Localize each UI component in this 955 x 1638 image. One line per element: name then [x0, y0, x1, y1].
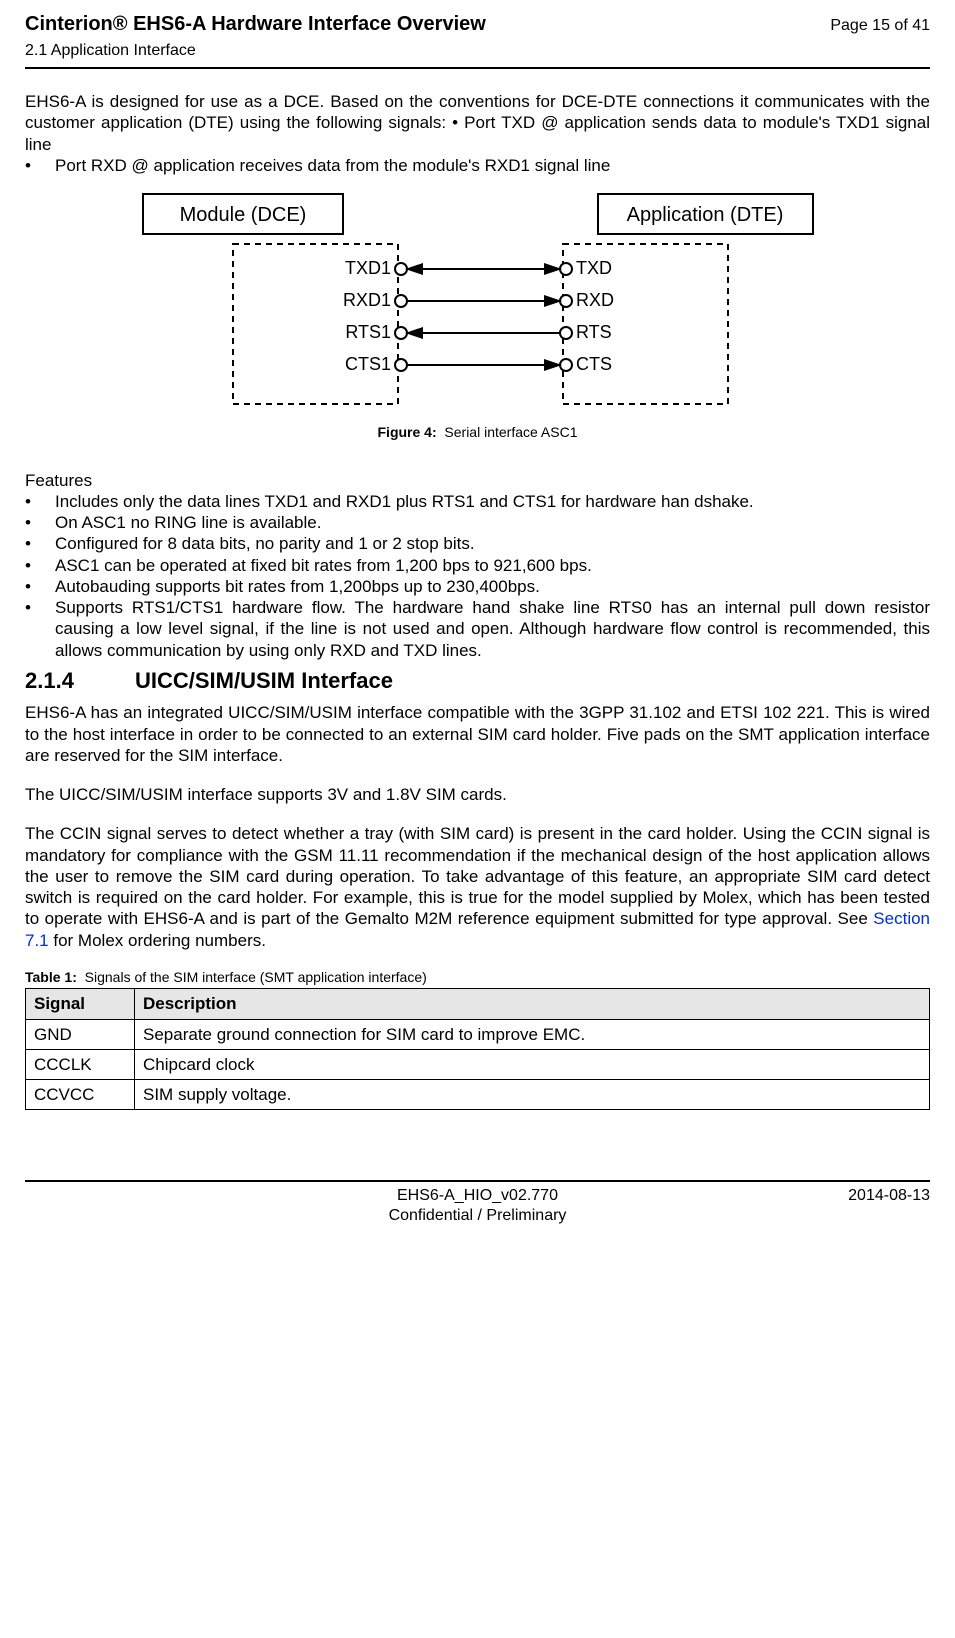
table-header-row: Signal Description [26, 989, 930, 1019]
footer-rule [25, 1180, 930, 1182]
table-number: Table 1: [25, 969, 77, 985]
sim-paragraph-1: EHS6-A has an integrated UICC/SIM/USIM i… [25, 702, 930, 766]
features-heading: Features [25, 470, 930, 491]
table-row: CCCLK Chipcard clock [26, 1049, 930, 1079]
bullet-dot: • [25, 155, 55, 176]
description-cell: SIM supply voltage. [135, 1080, 930, 1110]
section-number: 2.1.4 [25, 667, 135, 695]
intro-bullet: • Port RXD @ application receives data f… [25, 155, 930, 176]
svg-text:RTS1: RTS1 [345, 322, 391, 342]
feature-text: Configured for 8 data bits, no parity an… [55, 533, 930, 554]
signal-cell: GND [26, 1019, 135, 1049]
footer-date: 2014-08-13 [790, 1186, 930, 1226]
svg-text:CTS1: CTS1 [344, 354, 390, 374]
table-caption: Table 1: Signals of the SIM interface (S… [25, 969, 930, 987]
footer-confidential: Confidential / Preliminary [389, 1207, 567, 1224]
p3-text-a: The CCIN signal serves to detect whether… [25, 824, 930, 928]
table-row: CCVCC SIM supply voltage. [26, 1080, 930, 1110]
svg-text:TXD: TXD [576, 258, 612, 278]
figure-number: Figure 4: [378, 424, 437, 440]
svg-text:RXD: RXD [576, 290, 614, 310]
figure-4: Module (DCE) Application (DTE) TXD1 TXD … [25, 184, 930, 414]
feature-text: ASC1 can be operated at fixed bit rates … [55, 555, 930, 576]
sim-paragraph-3: The CCIN signal serves to detect whether… [25, 823, 930, 951]
section-heading: 2.1.4UICC/SIM/USIM Interface [25, 667, 930, 695]
figure-caption: Figure 4: Serial interface ASC1 [25, 424, 930, 442]
svg-text:RTS: RTS [576, 322, 612, 342]
p3-text-b: for Molex ordering numbers. [49, 931, 266, 950]
signal-cell: CCCLK [26, 1049, 135, 1079]
col-signal-header: Signal [26, 989, 135, 1019]
col-description-header: Description [135, 989, 930, 1019]
feature-item: •Includes only the data lines TXD1 and R… [25, 491, 930, 512]
section-title: UICC/SIM/USIM Interface [135, 668, 393, 693]
feature-text: Includes only the data lines TXD1 and RX… [55, 491, 930, 512]
table-row: GND Separate ground connection for SIM c… [26, 1019, 930, 1049]
description-cell: Chipcard clock [135, 1049, 930, 1079]
header-subsection: 2.1 Application Interface [25, 41, 930, 61]
doc-title: Cinterion® EHS6-A Hardware Interface Ove… [25, 12, 486, 37]
page-number: Page 15 of 41 [830, 16, 930, 36]
footer-doc-id: EHS6-A_HIO_v02.770 [397, 1187, 558, 1204]
svg-text:CTS: CTS [576, 354, 612, 374]
feature-text: Autobauding supports bit rates from 1,20… [55, 576, 930, 597]
feature-item: •Autobauding supports bit rates from 1,2… [25, 576, 930, 597]
module-label: Module (DCE) [179, 204, 306, 226]
signal-cell: CCVCC [26, 1080, 135, 1110]
feature-item: •On ASC1 no RING line is available. [25, 512, 930, 533]
svg-text:RXD1: RXD1 [342, 290, 390, 310]
bullet-text: Port RXD @ application receives data fro… [55, 155, 930, 176]
application-label: Application (DTE) [626, 204, 783, 226]
table-title: Signals of the SIM interface (SMT applic… [85, 969, 427, 985]
svg-text:TXD1: TXD1 [344, 258, 390, 278]
feature-text: On ASC1 no RING line is available. [55, 512, 930, 533]
feature-item: •Configured for 8 data bits, no parity a… [25, 533, 930, 554]
page-header: Cinterion® EHS6-A Hardware Interface Ove… [25, 12, 930, 37]
header-rule [25, 67, 930, 69]
sim-signals-table: Signal Description GND Separate ground c… [25, 988, 930, 1110]
serial-interface-diagram: Module (DCE) Application (DTE) TXD1 TXD … [118, 184, 838, 414]
description-cell: Separate ground connection for SIM card … [135, 1019, 930, 1049]
page-footer: EHS6-A_HIO_v02.770 Confidential / Prelim… [25, 1180, 930, 1226]
feature-item: •ASC1 can be operated at fixed bit rates… [25, 555, 930, 576]
feature-item: •Supports RTS1/CTS1 hardware flow. The h… [25, 597, 930, 661]
intro-paragraph: EHS6-A is designed for use as a DCE. Bas… [25, 91, 930, 155]
feature-text: Supports RTS1/CTS1 hardware flow. The ha… [55, 597, 930, 661]
sim-paragraph-2: The UICC/SIM/USIM interface supports 3V … [25, 784, 930, 805]
figure-title: Serial interface ASC1 [444, 424, 577, 440]
